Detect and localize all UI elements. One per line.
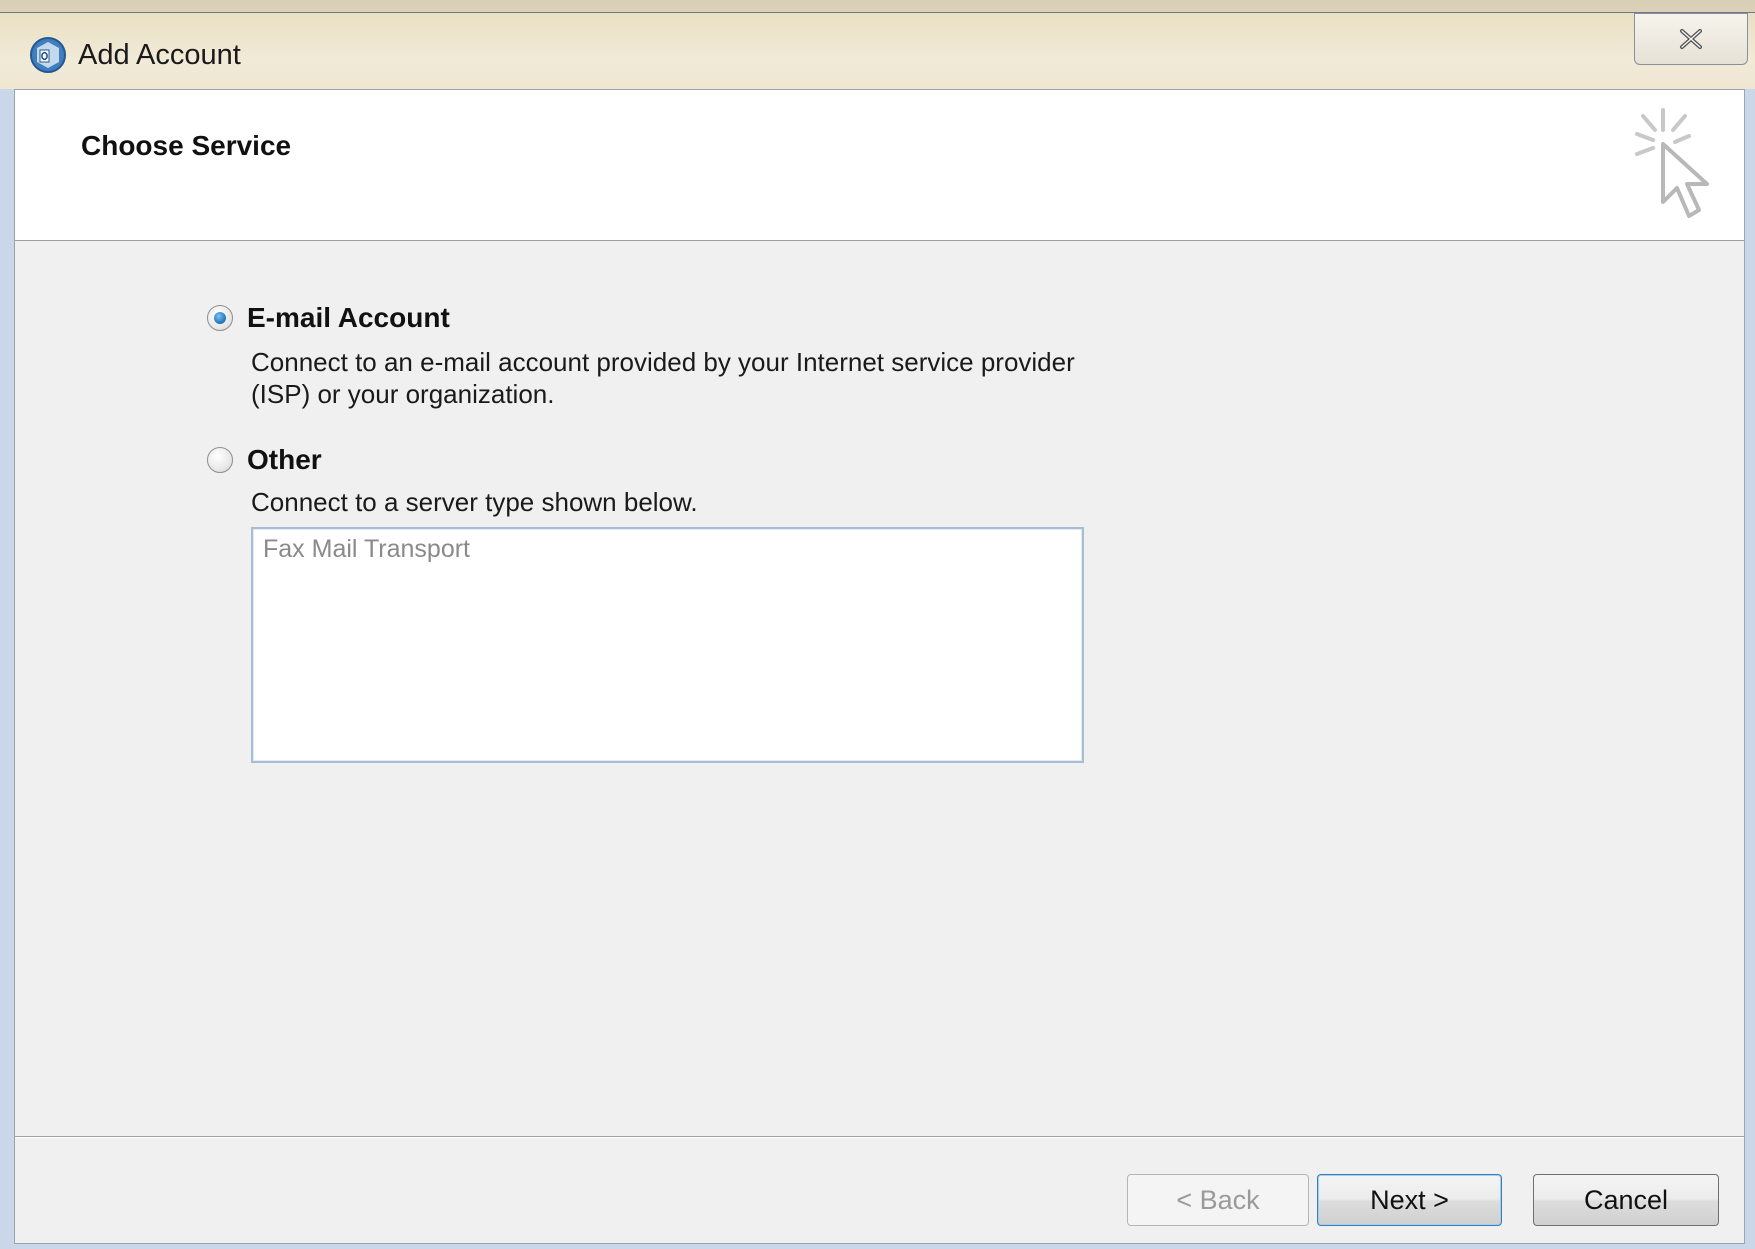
add-account-dialog: Add Account Choose Service E-mail Accoun… [0,12,1755,1249]
email-account-radio[interactable] [207,305,233,331]
email-account-description-line: Connect to an e-mail account provided by… [251,347,1075,377]
wizard-header: Choose Service [15,90,1744,241]
back-button[interactable]: < Back [1127,1174,1309,1226]
dialog-client-area: Choose Service E-mail Account Connect to… [14,89,1745,1244]
email-account-label[interactable]: E-mail Account [247,302,450,334]
other-description: Connect to a server type shown below. [251,486,698,518]
next-button[interactable]: Next > [1317,1174,1502,1226]
title-bar[interactable]: Add Account [0,13,1755,89]
window-title: Add Account [78,39,241,71]
cancel-button[interactable]: Cancel [1533,1174,1719,1226]
other-label[interactable]: Other [247,444,322,476]
close-icon [1680,29,1702,49]
list-item[interactable]: Fax Mail Transport [263,535,470,564]
email-account-option[interactable]: E-mail Account [207,302,450,334]
footer-divider [15,1136,1744,1138]
email-account-description: Connect to an e-mail account provided by… [251,346,1075,410]
close-button[interactable] [1634,13,1748,65]
outlook-app-icon [30,37,66,73]
other-radio[interactable] [207,447,233,473]
other-option[interactable]: Other [207,444,322,476]
other-description-line: Connect to a server type shown below. [251,487,698,517]
page-title: Choose Service [81,130,292,161]
cursor-sparkle-icon [1635,108,1709,218]
server-type-list[interactable]: Fax Mail Transport [251,527,1084,763]
email-account-description-line: (ISP) or your organization. [251,379,555,409]
